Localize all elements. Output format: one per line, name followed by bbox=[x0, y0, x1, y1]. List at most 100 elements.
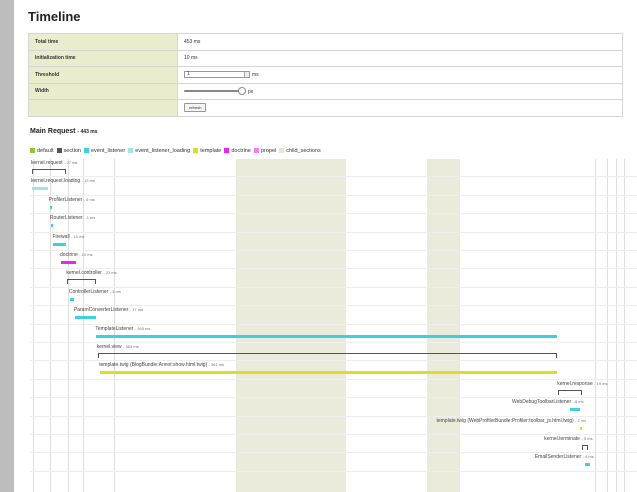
refresh-cell: refresh bbox=[177, 99, 623, 117]
time-gridline bbox=[616, 159, 617, 492]
section-bracket bbox=[582, 445, 589, 450]
legend-item-section: section bbox=[56, 148, 81, 154]
legend-label: child_sections bbox=[286, 148, 321, 154]
table-row: refresh bbox=[28, 99, 623, 117]
row-separator bbox=[30, 415, 637, 417]
event-duration: - 2 ms bbox=[575, 417, 587, 423]
timeline-event-label: ParamConverterListener - 17 ms bbox=[74, 307, 143, 313]
timeline-event-label: ProfilerListener - 6 ms bbox=[49, 197, 95, 203]
event-bar-event-listener bbox=[50, 224, 53, 228]
timeline-event-label: template.twig (BlogBundle:Annot:show.htm… bbox=[99, 362, 224, 368]
timeline-event-label: EmailSenderListener - 4 ms bbox=[535, 454, 594, 460]
timeline-event-label: template.twig (WebProfilerBundle:Profile… bbox=[436, 418, 586, 424]
main-request-duration: - 443 ms bbox=[77, 129, 98, 135]
section-bracket bbox=[97, 353, 557, 358]
threshold-cell: 1 ms bbox=[177, 66, 623, 84]
event-name: TemplateListener bbox=[95, 325, 135, 332]
event-duration: - 365 ms bbox=[134, 325, 151, 331]
threshold-label: Threshold bbox=[28, 66, 178, 84]
timeline-event-label: ControllerListener - 3 ms bbox=[69, 289, 121, 295]
timeline-legend: default section event_listener event_listen… bbox=[30, 148, 324, 154]
event-bar-doctrine bbox=[61, 261, 77, 264]
event-duration: - 27 ms bbox=[64, 160, 78, 165]
row-separator bbox=[30, 176, 637, 178]
timeline-event-label: TemplateListener - 365 ms bbox=[95, 326, 150, 332]
legend-item-template: template bbox=[193, 148, 221, 154]
event-name: doctrine bbox=[60, 252, 80, 258]
event-duration: - 5 ms bbox=[581, 436, 593, 441]
row-separator bbox=[30, 342, 637, 343]
legend-swatch bbox=[253, 148, 259, 154]
event-bar-template bbox=[100, 371, 557, 375]
row-separator bbox=[30, 378, 637, 380]
event-name: kernel.controller bbox=[66, 270, 104, 277]
timeline-event-label: kernel.terminate - 5 ms bbox=[544, 436, 592, 442]
table-row: Width px bbox=[28, 82, 623, 100]
time-gridline bbox=[68, 159, 69, 492]
event-bar-event-listener bbox=[49, 205, 52, 209]
time-gridline bbox=[33, 159, 34, 492]
legend-label: event_listener_loading bbox=[135, 148, 191, 154]
refresh-button[interactable]: refresh bbox=[184, 103, 207, 113]
time-gridline bbox=[50, 159, 51, 492]
event-name: kernel.view bbox=[96, 344, 124, 350]
event-name: template.twig (WebProfilerBundle:Profile… bbox=[436, 417, 576, 424]
event-name: ControllerListener bbox=[68, 288, 110, 295]
legend-swatch bbox=[83, 148, 89, 154]
legend-swatch bbox=[128, 148, 134, 154]
threshold-input-value: 1 bbox=[187, 71, 190, 78]
init-time-label: Initialization time bbox=[28, 49, 178, 67]
legend-swatch bbox=[30, 148, 35, 154]
width-slider[interactable] bbox=[184, 87, 246, 96]
event-duration: - 8 ms bbox=[572, 399, 584, 405]
main-request-label: Main Request bbox=[30, 128, 76, 135]
event-duration: - 13 ms bbox=[81, 178, 95, 184]
time-gridline bbox=[624, 159, 625, 492]
event-name: WebDebugToolbarListener bbox=[512, 399, 573, 406]
event-name: ParamConverterListener bbox=[73, 307, 130, 314]
row-separator bbox=[30, 323, 637, 325]
legend-swatch bbox=[279, 148, 285, 154]
row-separator bbox=[30, 213, 637, 215]
legend-label: propel bbox=[260, 148, 277, 154]
table-row: Total time 453 ms bbox=[28, 33, 623, 51]
legend-item-propel: propel bbox=[253, 148, 277, 154]
event-name: kernel.request.loading bbox=[31, 178, 82, 185]
event-duration: - 19 ms bbox=[594, 380, 608, 386]
event-duration: - 6 ms bbox=[83, 196, 95, 202]
legend-item-child-sections: child_sections bbox=[279, 148, 321, 154]
legend-item-event-listener: event_listener bbox=[83, 148, 126, 154]
event-duration: - 17 ms bbox=[129, 307, 144, 313]
legend-swatch bbox=[224, 148, 230, 154]
threshold-spinner[interactable] bbox=[244, 72, 249, 78]
legend-item-doctrine: doctrine bbox=[224, 148, 251, 154]
width-slider-thumb[interactable] bbox=[238, 87, 246, 96]
event-bar-template bbox=[579, 426, 583, 430]
legend-label: template bbox=[200, 148, 222, 154]
section-bracket bbox=[558, 389, 583, 395]
child-section-band bbox=[236, 159, 346, 492]
time-gridline bbox=[83, 159, 84, 492]
event-name: kernel.terminate bbox=[544, 436, 582, 442]
threshold-input[interactable]: 1 bbox=[184, 71, 250, 79]
timeline-event-label: kernel.response - 19 ms bbox=[557, 381, 607, 387]
row-separator bbox=[30, 250, 637, 251]
threshold-unit: ms bbox=[252, 72, 259, 79]
timeline-event-label: WebDebugToolbarListener - 8 ms bbox=[512, 399, 584, 405]
event-name: EmailSenderListener bbox=[534, 454, 583, 461]
timeline-event-label: kernel.request.loading - 13 ms bbox=[31, 178, 95, 184]
legend-label: event_listener bbox=[90, 148, 126, 154]
time-gridline bbox=[607, 159, 608, 492]
event-name: ProfilerListener bbox=[48, 196, 84, 203]
timeline-event-label: kernel.controller - 23 ms bbox=[66, 270, 116, 276]
row-separator bbox=[30, 470, 637, 472]
row-separator bbox=[30, 194, 637, 196]
empty-label-cell bbox=[28, 99, 178, 117]
row-separator bbox=[30, 231, 637, 233]
time-gridline bbox=[595, 159, 596, 492]
total-time-value: 453 ms bbox=[177, 33, 623, 51]
event-duration: - 10 ms bbox=[79, 252, 93, 257]
legend-swatch bbox=[56, 148, 62, 154]
legend-label: default bbox=[37, 148, 54, 154]
event-bar-event-listener bbox=[69, 297, 74, 301]
